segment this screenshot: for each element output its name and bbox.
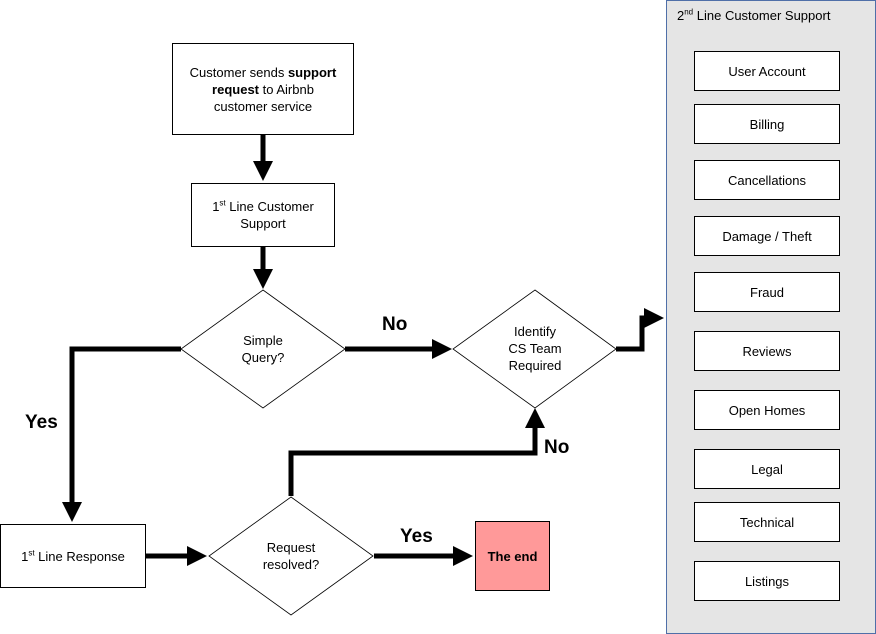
first-line-support-node: 1st Line Customer Support: [191, 183, 335, 247]
arrow-query-yes: [62, 346, 181, 522]
identify-team-text: Identify CS Team Required: [485, 323, 585, 374]
request-resolved-text: Request resolved?: [241, 539, 341, 573]
team-technical: Technical: [694, 502, 840, 542]
identify-team-line1: Identify: [514, 324, 556, 339]
edge-label-resolved-no: No: [544, 437, 570, 458]
edge-label-query-yes: Yes: [25, 412, 58, 433]
start-text-bold-1: support: [287, 64, 337, 80]
first-line-line1: Line Customer: [225, 199, 314, 214]
end-node: The end: [475, 521, 550, 591]
team-legal: Legal: [694, 449, 840, 489]
edge-label-query-no: No: [382, 314, 408, 335]
team-user-account: User Account: [694, 51, 840, 91]
first-line-response-node: 1st Line Response: [0, 524, 146, 588]
panel-title-sup: nd: [684, 7, 694, 17]
team-damage-theft: Damage / Theft: [694, 216, 840, 256]
team-cancellations: Cancellations: [694, 160, 840, 200]
second-line-support-panel: 2nd Line Customer Support User Account B…: [666, 0, 876, 634]
team-billing: Billing: [694, 104, 840, 144]
panel-title-rest: Line Customer Support: [693, 8, 831, 23]
team-listings: Listings: [694, 561, 840, 601]
identify-team-line3: Required: [508, 358, 562, 373]
start-text-pre: Customer sends: [189, 64, 288, 80]
panel-title: 2nd Line Customer Support: [677, 8, 830, 23]
team-fraud: Fraud: [694, 272, 840, 312]
arrow-resolved-no: [288, 408, 545, 496]
end-node-text: The end: [487, 548, 538, 564]
arrow-identify-to-panel: [616, 308, 664, 352]
start-text-post-1: to Airbnb: [259, 81, 314, 97]
request-resolved-line2: resolved?: [262, 557, 320, 572]
first-line-line2: Support: [240, 216, 286, 231]
start-text-bold-2: request: [212, 81, 260, 97]
start-text-post-2: customer service: [213, 98, 313, 114]
team-reviews: Reviews: [694, 331, 840, 371]
simple-query-line2: Query?: [241, 350, 285, 365]
request-resolved-line1: Request: [266, 540, 316, 555]
team-open-homes: Open Homes: [694, 390, 840, 430]
simple-query-text: Simple Query?: [213, 332, 313, 366]
simple-query-line1: Simple: [243, 333, 283, 348]
start-node: Customer sends support request to Airbnb…: [172, 43, 354, 135]
edge-label-resolved-yes: Yes: [400, 526, 433, 547]
identify-team-line2: CS Team: [508, 341, 562, 356]
first-response-rest: Line Response: [34, 548, 125, 564]
